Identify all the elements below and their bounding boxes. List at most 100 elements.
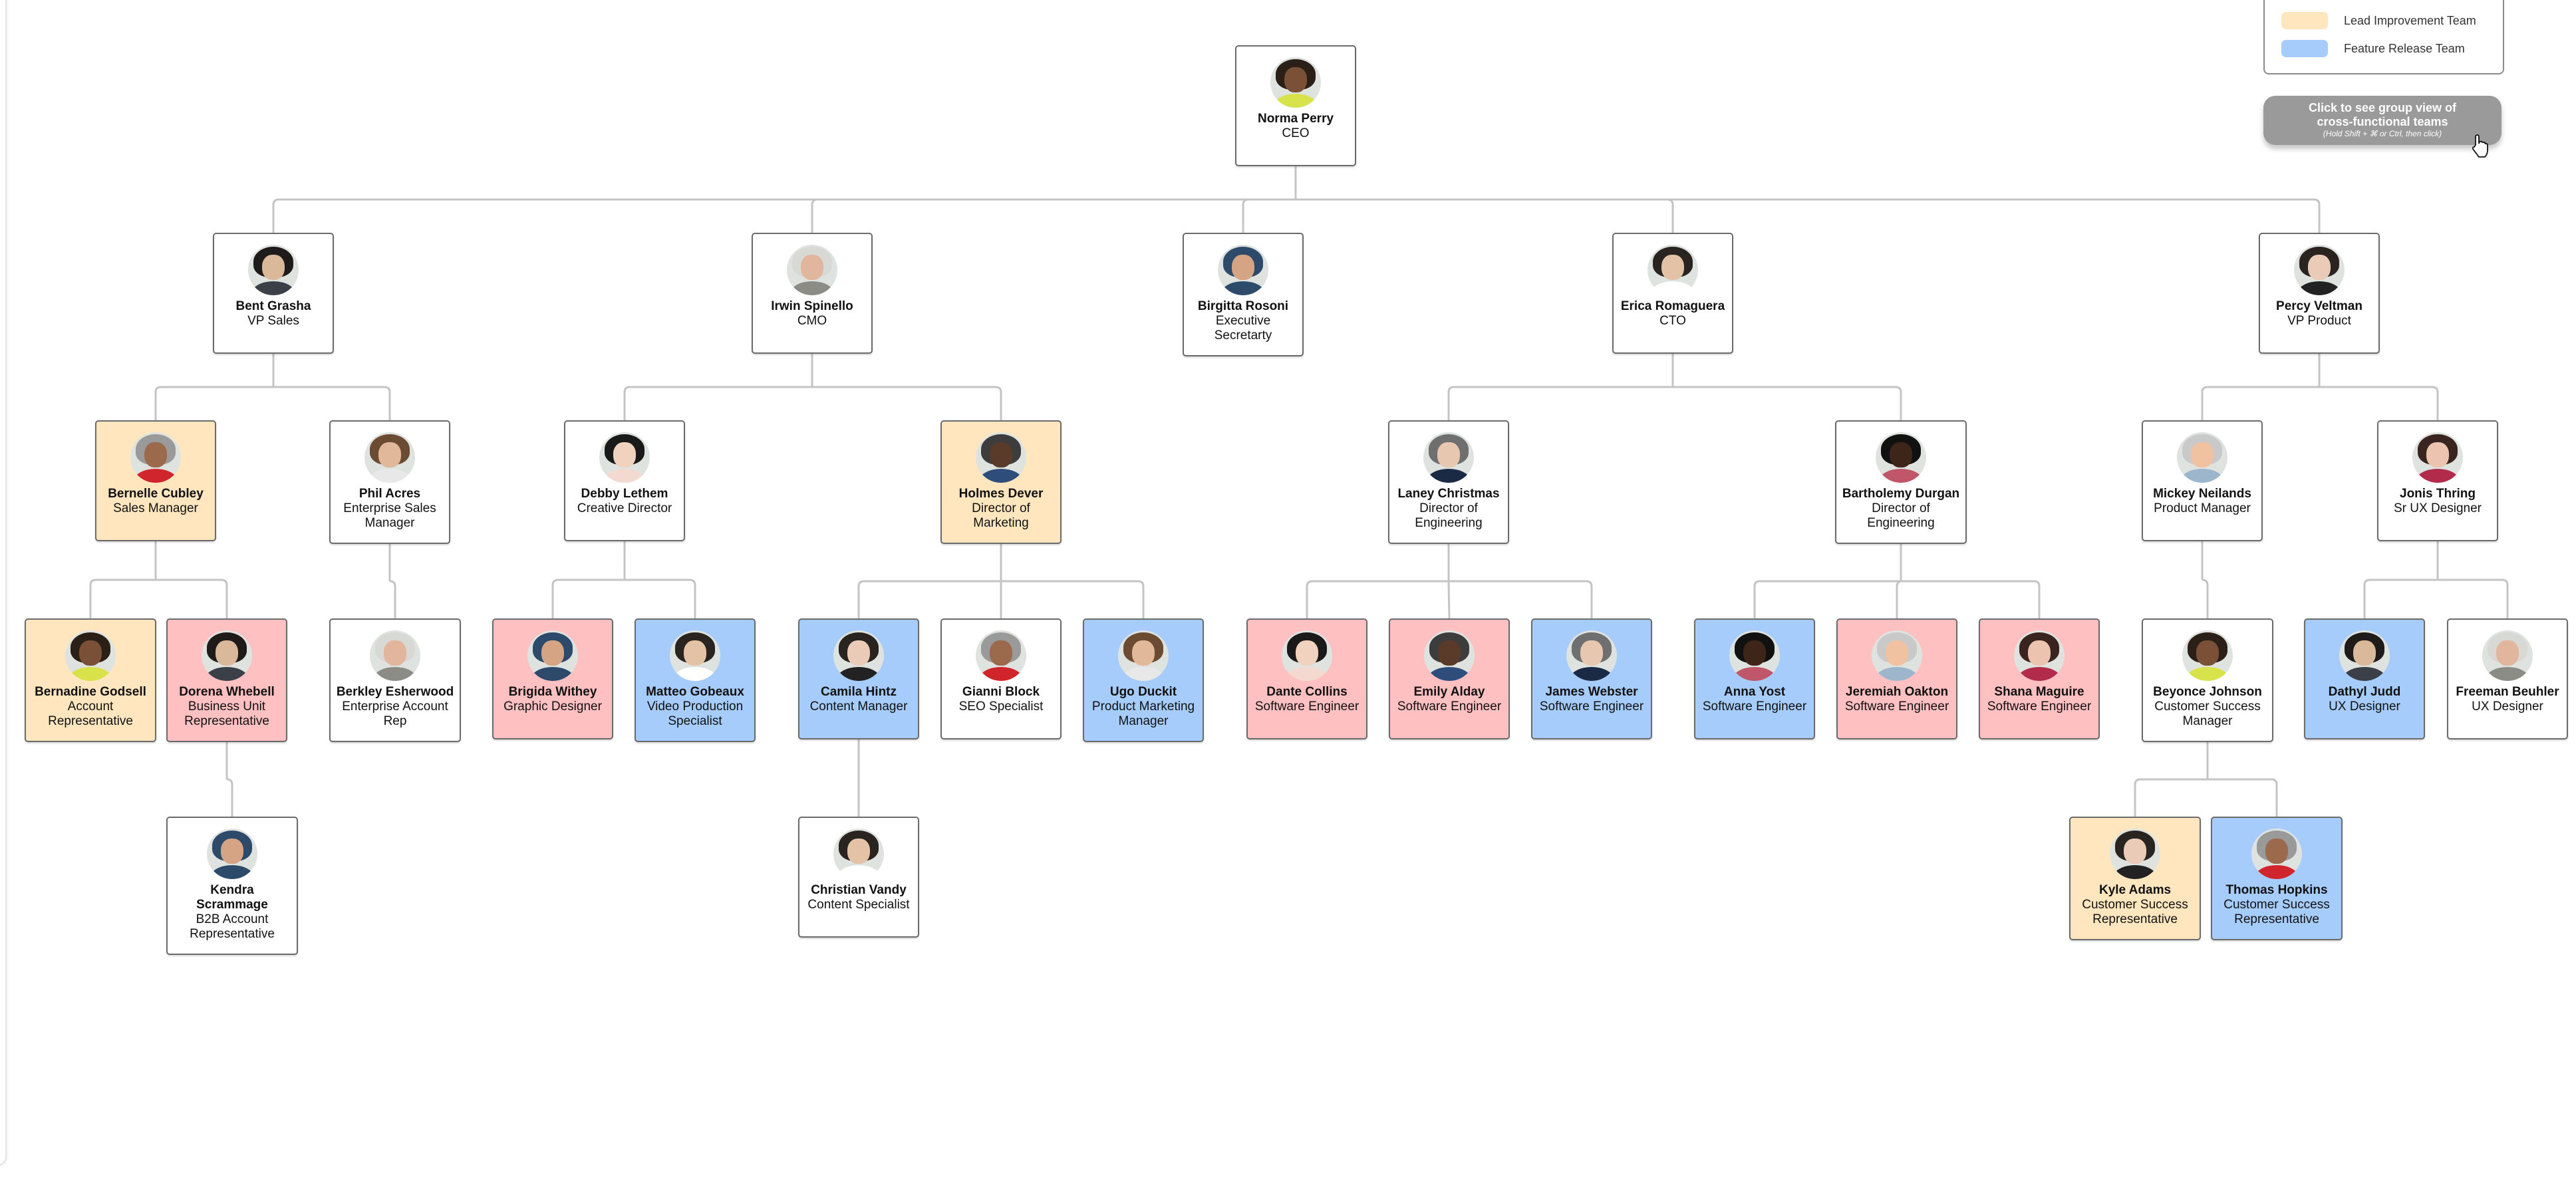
- avatar-face: [847, 640, 870, 666]
- org-node-debby[interactable]: Debby Lethem Creative Director: [564, 420, 685, 541]
- avatar-photo: [1566, 630, 1617, 681]
- org-node-shana[interactable]: Shana Maguire Software Engineer: [1979, 618, 2100, 739]
- avatar-face: [2308, 255, 2331, 281]
- avatar-face: [1284, 67, 1307, 93]
- connector-laney-dante: [1306, 580, 1449, 618]
- org-node-dorena[interactable]: Dorena Whebell Business Unit Representati…: [166, 618, 287, 742]
- group-view-button[interactable]: Click to see group view of cross-functio…: [2263, 96, 2502, 145]
- org-node-thomas[interactable]: Thomas Hopkins Customer Success Represent…: [2211, 817, 2343, 940]
- org-node-ugo[interactable]: Ugo Duckit Product Marketing Manager: [1083, 618, 1204, 742]
- connector-lines: [89, 166, 2509, 817]
- connector-holmes-camila: [857, 580, 1001, 618]
- avatar-body: [530, 666, 575, 681]
- person-name: Laney Christmas: [1397, 487, 1500, 501]
- person-name: Emily Alday: [1413, 685, 1485, 699]
- connector-norma-bent: [272, 198, 1296, 233]
- person-name: Irwin Spinello: [771, 299, 853, 313]
- org-node-kendra[interactable]: Kendra Scrammage B2B Account Representati…: [166, 817, 298, 955]
- group-view-button-label: Click to see group view of cross-functio…: [2308, 101, 2457, 128]
- person-name: Phil Acres: [358, 487, 421, 501]
- legend-item-lead-improvement: Lead Improvement Team: [2281, 12, 2476, 29]
- avatar-body: [1732, 666, 1777, 681]
- org-node-birgitta[interactable]: Birgitta Rosoni Executive Secretarty: [1183, 233, 1304, 356]
- org-node-kyle[interactable]: Kyle Adams Customer Success Representativ…: [2069, 817, 2201, 940]
- person-title: Video Production Specialist: [646, 700, 744, 728]
- avatar-photo: [364, 432, 415, 483]
- org-node-jeremiah[interactable]: Jeremiah Oakton Software Engineer: [1836, 618, 1957, 739]
- person-title: SEO Specialist: [958, 700, 1044, 714]
- org-chart-canvas: Lead Improvement Team Feature Release Te…: [0, 0, 2576, 1185]
- connector-bernelle-bernadine: [89, 579, 156, 618]
- avatar-photo: [833, 829, 884, 879]
- org-node-jonis[interactable]: Jonis Thring Sr UX Designer: [2377, 420, 2498, 541]
- connector-jonis-dathyl: [2363, 579, 2438, 618]
- org-node-christian[interactable]: Christian Vandy Content Specialist: [798, 817, 919, 938]
- connector-irwin-holmes: [812, 386, 1002, 420]
- avatar-body: [2342, 666, 2387, 681]
- org-node-holmes[interactable]: Holmes Dever Director of Marketing: [940, 420, 1062, 544]
- avatar-face: [1580, 640, 1603, 666]
- avatar-body: [367, 468, 412, 483]
- avatar-face: [847, 839, 870, 864]
- person-title: CTO: [1659, 314, 1686, 328]
- avatar-photo: [1872, 630, 1922, 681]
- avatar-photo: [2182, 630, 2233, 681]
- avatar-photo: [2482, 630, 2533, 681]
- org-node-matteo[interactable]: Matteo Gobeaux Video Production Specialis…: [635, 618, 756, 742]
- avatar-body: [836, 864, 881, 879]
- org-node-irwin[interactable]: Irwin Spinello CMO: [752, 233, 873, 354]
- org-node-freeman[interactable]: Freeman Beuhler UX Designer: [2447, 618, 2568, 739]
- person-name: Bartholemy Durgan: [1842, 487, 1960, 501]
- connector-debby-brigida: [551, 579, 625, 618]
- person-name: Christian Vandy: [811, 883, 907, 897]
- org-node-brigida[interactable]: Brigida Withey Graphic Designer: [492, 618, 613, 739]
- person-name: Birgitta Rosoni: [1197, 299, 1289, 313]
- org-node-mickey[interactable]: Mickey Neilands Product Manager: [2142, 420, 2263, 541]
- person-name: Dorena Whebell: [179, 685, 275, 699]
- avatar-face: [1743, 640, 1766, 666]
- org-node-anna[interactable]: Anna Yost Software Engineer: [1694, 618, 1815, 739]
- person-name: Camila Hintz: [820, 685, 897, 699]
- person-title: CMO: [797, 314, 827, 328]
- person-name: Thomas Hopkins: [2225, 883, 2328, 897]
- org-node-camila[interactable]: Camila Hintz Content Manager: [798, 618, 919, 739]
- avatar-body: [1427, 666, 1472, 681]
- person-name: Bent Grasha: [235, 299, 311, 313]
- org-node-emily[interactable]: Emily Alday Software Engineer: [1389, 618, 1510, 739]
- org-node-dante[interactable]: Dante Collins Software Engineer: [1246, 618, 1367, 739]
- person-name: Bernadine Godsell: [35, 685, 146, 699]
- org-node-bernelle[interactable]: Bernelle Cubley Sales Manager: [95, 420, 216, 541]
- avatar-photo: [976, 630, 1026, 681]
- avatar-face: [2191, 442, 2214, 468]
- org-node-james[interactable]: James Webster Software Engineer: [1531, 618, 1652, 739]
- org-node-percy[interactable]: Percy Veltman VP Product: [2259, 233, 2380, 354]
- avatar-body: [1878, 468, 1924, 483]
- person-title: Enterprise Account Rep: [342, 700, 448, 728]
- person-title: Graphic Designer: [503, 700, 602, 714]
- org-node-bernadine[interactable]: Bernadine Godsell Account Representative: [25, 618, 156, 742]
- person-name: Anna Yost: [1723, 685, 1786, 699]
- org-node-bartholemy[interactable]: Bartholemy Durgan Director of Engineering: [1835, 420, 1967, 544]
- avatar-face: [1890, 442, 1912, 468]
- org-node-dathyl[interactable]: Dathyl Judd UX Designer: [2304, 618, 2425, 739]
- avatar-body: [2017, 666, 2062, 681]
- org-node-bent[interactable]: Bent Grasha VP Sales: [213, 233, 334, 354]
- avatar-face: [613, 442, 636, 468]
- org-node-phil[interactable]: Phil Acres Enterprise Sales Manager: [329, 420, 450, 544]
- person-title: UX Designer: [2329, 700, 2400, 714]
- avatar-face: [1132, 640, 1155, 666]
- org-node-berkley[interactable]: Berkley Esherwood Enterprise Account Rep: [329, 618, 461, 742]
- person-name: Kyle Adams: [2098, 883, 2172, 897]
- legend-swatch-lead-improvement: [2281, 12, 2328, 29]
- person-title: VP Product: [2287, 314, 2351, 328]
- avatar-body: [133, 468, 178, 483]
- org-node-gianni[interactable]: Gianni Block SEO Specialist: [940, 618, 1062, 739]
- avatar-face: [801, 255, 823, 281]
- connector-dorena-kendra: [226, 778, 233, 817]
- org-node-laney[interactable]: Laney Christmas Director of Engineering: [1388, 420, 1509, 544]
- org-node-norma[interactable]: Norma Perry CEO: [1235, 45, 1356, 166]
- team-legend: Lead Improvement Team Feature Release Te…: [2263, 0, 2504, 74]
- org-node-beyonce[interactable]: Beyonce Johnson Customer Success Manager: [2142, 618, 2273, 742]
- avatar-face: [2124, 839, 2146, 864]
- org-node-erica[interactable]: Erica Romaguera CTO: [1612, 233, 1733, 354]
